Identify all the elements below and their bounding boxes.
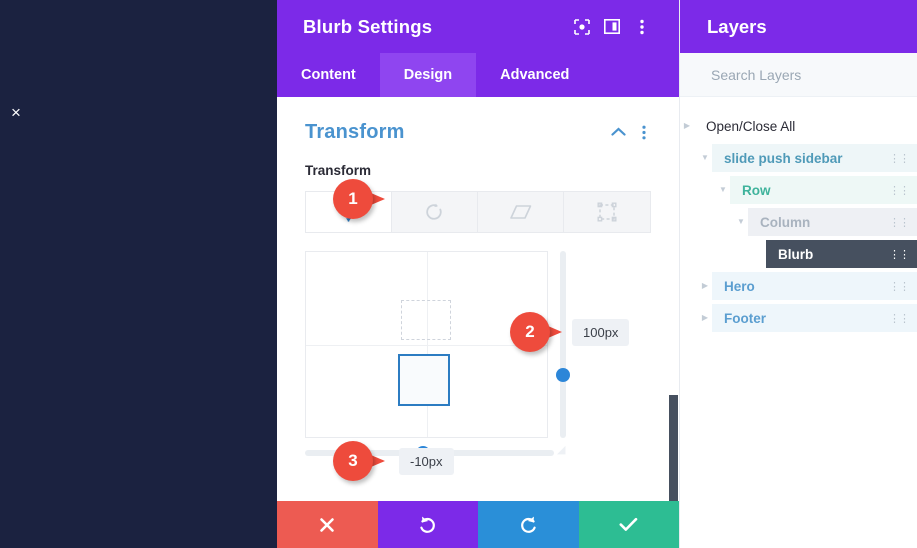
callout-pin-1: 1 (333, 179, 389, 219)
scale-mode-button[interactable] (564, 192, 650, 232)
layer-row-column[interactable]: ▼ Column ⋮⋮ (680, 208, 917, 236)
cancel-button[interactable] (277, 501, 378, 548)
horizontal-offset-value: -10px (399, 448, 454, 475)
rotate-icon (426, 203, 442, 220)
layer-row-blurb[interactable]: ▶ Blurb ⋮⋮ (680, 240, 917, 268)
resize-grip-icon[interactable]: ◢ (557, 445, 565, 456)
tab-advanced[interactable]: Advanced (476, 53, 593, 97)
layer-label: slide push sidebar (724, 150, 843, 166)
chevron-down-icon[interactable]: ▼ (698, 154, 712, 162)
tab-design[interactable]: Design (379, 53, 477, 97)
transformed-element-box[interactable] (398, 354, 450, 406)
drag-handle-icon[interactable]: ⋮⋮ (889, 312, 910, 325)
tab-content[interactable]: Content (277, 53, 380, 97)
drag-handle-icon[interactable]: ⋮⋮ (889, 184, 910, 197)
vertical-offset-value: 100px (572, 319, 630, 346)
drag-handle-icon[interactable]: ⋮⋮ (889, 152, 910, 165)
search-input[interactable] (711, 66, 917, 83)
page-backdrop: × (0, 0, 277, 548)
layers-panel: Layers ▶ Open/Close All ▼ slide push sid… (679, 0, 917, 548)
close-icon[interactable]: × (5, 101, 27, 123)
layers-title: Layers (707, 15, 767, 37)
checkmark-icon (619, 517, 638, 531)
modal-title: Blurb Settings (303, 15, 433, 37)
save-button[interactable] (578, 501, 679, 548)
focus-icon[interactable] (567, 12, 597, 42)
chevron-right-icon[interactable]: ▶ (698, 314, 712, 322)
layer-row-slide-push-sidebar[interactable]: ▼ slide push sidebar ⋮⋮ (680, 144, 917, 172)
layer-label: Blurb (778, 246, 814, 262)
layers-panel-header: Layers (680, 0, 917, 53)
callout-pin-number: 1 (333, 179, 373, 219)
section-title: Transform (305, 120, 405, 143)
section-more-options-icon[interactable] (631, 119, 657, 145)
layout-toggle-icon[interactable] (597, 12, 627, 42)
chevron-down-icon[interactable]: ▼ (716, 186, 730, 194)
undo-arrow-icon (420, 516, 436, 533)
layer-label: Footer (724, 310, 766, 326)
layer-row-row[interactable]: ▼ Row ⋮⋮ (680, 176, 917, 204)
layer-label: Column (760, 214, 811, 230)
layer-row-hero[interactable]: ▶ Hero ⋮⋮ (680, 272, 917, 300)
layer-label: Hero (724, 278, 755, 294)
callout-pin-2: 2 (510, 312, 566, 352)
rotate-mode-button[interactable] (392, 192, 478, 232)
transform-section-header: Transform (277, 97, 679, 145)
modal-tabs: Content Design Advanced (277, 53, 679, 97)
chevron-up-icon[interactable] (605, 119, 631, 145)
modal-action-bar (277, 501, 679, 548)
close-x-icon (320, 517, 335, 532)
original-position-outline (401, 300, 451, 340)
layer-row-footer[interactable]: ▶ Footer ⋮⋮ (680, 304, 917, 332)
more-options-icon[interactable] (627, 12, 657, 42)
transform-field-label: Transform (305, 163, 372, 178)
drag-handle-icon[interactable]: ⋮⋮ (889, 216, 910, 229)
skew-parallelogram-icon (509, 205, 531, 219)
undo-button[interactable] (377, 501, 478, 548)
scale-frame-icon (597, 202, 617, 222)
redo-arrow-icon (520, 516, 536, 533)
layer-label: Open/Close All (706, 118, 796, 134)
drag-handle-icon[interactable]: ⋮⋮ (889, 248, 910, 261)
callout-pin-3: 3 (333, 441, 389, 481)
chevron-right-icon[interactable]: ▶ (680, 122, 694, 130)
callout-pin-number: 2 (510, 312, 550, 352)
modal-scrollbar-track[interactable] (669, 100, 679, 548)
vertical-offset-slider-handle[interactable] (556, 368, 570, 382)
chevron-right-icon[interactable]: ▶ (698, 282, 712, 290)
callout-pin-number: 3 (333, 441, 373, 481)
layers-tree: ▶ Open/Close All ▼ slide push sidebar ⋮⋮… (680, 97, 917, 548)
drag-handle-icon[interactable]: ⋮⋮ (889, 280, 910, 293)
layers-search-bar[interactable] (680, 53, 917, 97)
chevron-down-icon[interactable]: ▼ (734, 218, 748, 226)
skew-mode-button[interactable] (478, 192, 564, 232)
modal-header: Blurb Settings (277, 0, 679, 53)
redo-button[interactable] (478, 501, 579, 548)
layer-label: Row (742, 182, 771, 198)
layer-row-open-close-all[interactable]: ▶ Open/Close All (680, 112, 917, 140)
